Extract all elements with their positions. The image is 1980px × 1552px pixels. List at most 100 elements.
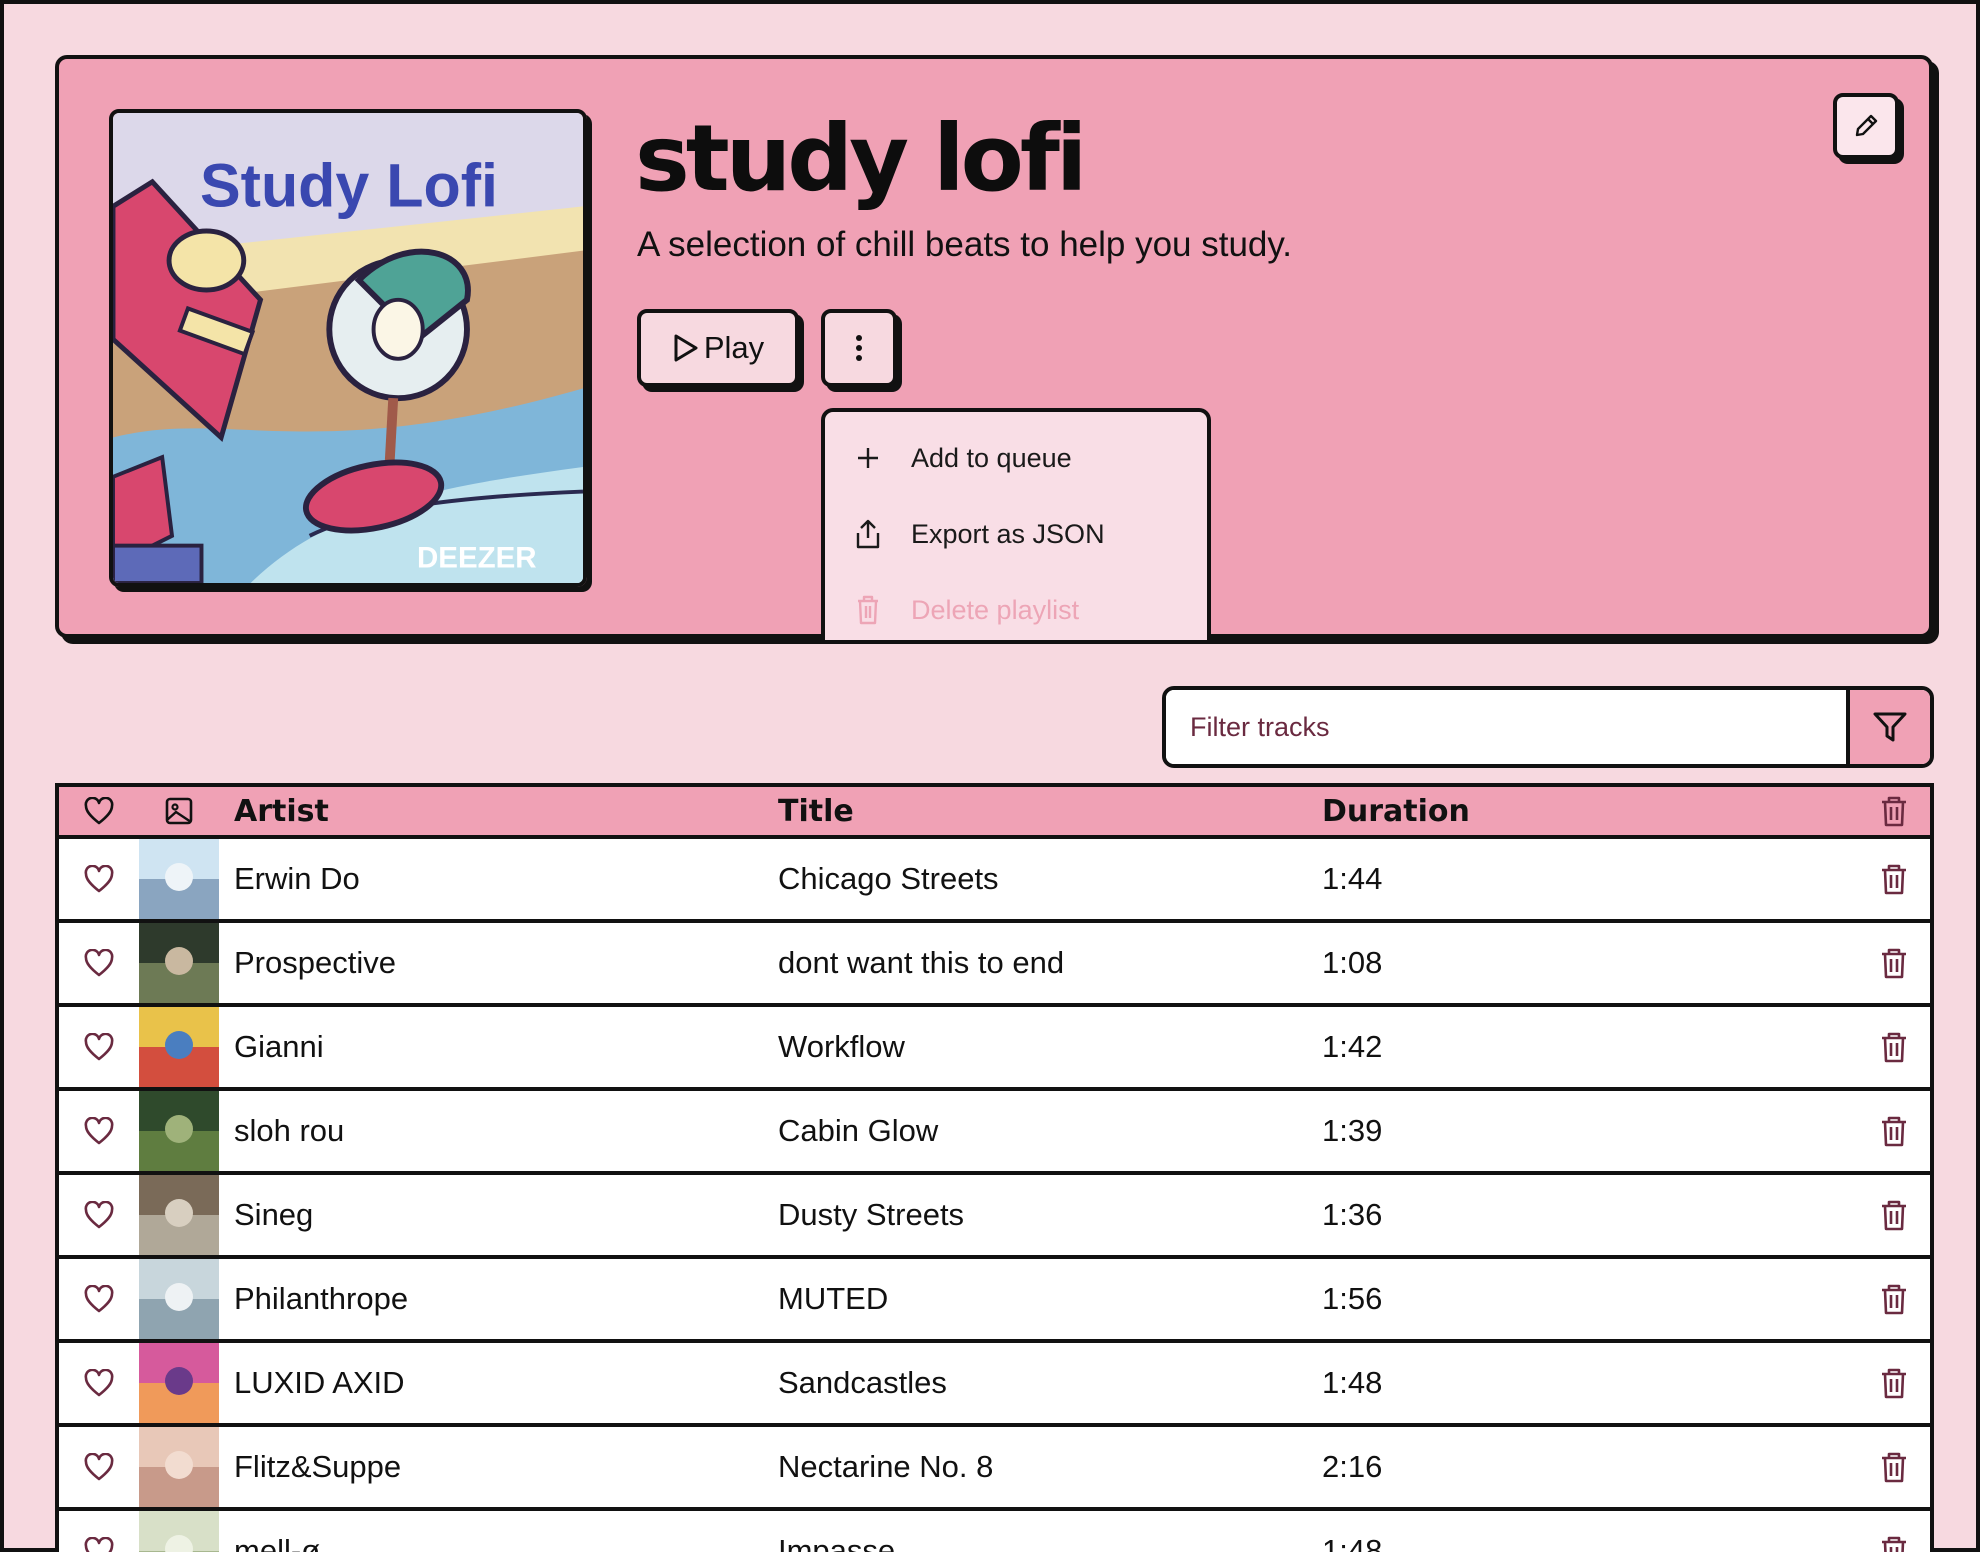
filter-button[interactable]	[1846, 690, 1930, 764]
delete-track-button[interactable]	[1880, 863, 1908, 895]
like-button[interactable]	[59, 1033, 139, 1061]
track-artist: Sineg	[234, 1197, 314, 1232]
track-artist: Philanthrope	[234, 1281, 409, 1316]
track-thumbnail	[139, 1007, 219, 1087]
menu-item-delete-playlist: Delete playlist	[825, 572, 1207, 648]
image-icon	[139, 787, 219, 835]
track-duration: 1:56	[1322, 1281, 1383, 1316]
menu-item-add-to-queue[interactable]: Add to queue	[825, 420, 1207, 496]
track-duration: 1:39	[1322, 1113, 1383, 1148]
track-artist: sloh rou	[234, 1113, 345, 1148]
track-thumbnail	[139, 1175, 219, 1255]
trash-icon	[851, 593, 885, 627]
play-icon	[672, 333, 700, 363]
track-title: Workflow	[778, 1029, 905, 1064]
table-row[interactable]: Flitz&Suppe Nectarine No. 8 2:16	[59, 1427, 1930, 1511]
like-button[interactable]	[59, 1285, 139, 1313]
trash-icon	[1880, 1367, 1908, 1399]
track-title: MUTED	[778, 1281, 889, 1316]
delete-track-button[interactable]	[1880, 1199, 1908, 1231]
table-row[interactable]: Gianni Workflow 1:42	[59, 1007, 1930, 1091]
track-artist: Flitz&Suppe	[234, 1449, 402, 1484]
delete-track-button[interactable]	[1880, 1115, 1908, 1147]
cover-title-text: Study Lofi	[200, 151, 498, 219]
heart-icon	[84, 949, 114, 977]
trash-icon	[1880, 795, 1908, 827]
heart-icon	[84, 1201, 114, 1229]
trash-icon	[1880, 1535, 1908, 1552]
delete-track-button[interactable]	[1880, 1451, 1908, 1483]
table-row[interactable]: Sineg Dusty Streets 1:36	[59, 1175, 1930, 1259]
header-duration[interactable]: Duration	[1322, 794, 1470, 829]
menu-item-export-json[interactable]: Export as JSON	[825, 496, 1207, 572]
menu-item-label: Add to queue	[911, 442, 1072, 473]
trash-icon	[1880, 1031, 1908, 1063]
delete-track-button[interactable]	[1880, 1031, 1908, 1063]
playlist-header: Study Lofi DEEZER study lofi A selection…	[55, 55, 1933, 640]
header-title[interactable]: Title	[778, 794, 854, 829]
table-row[interactable]: Prospective dont want this to end 1:08	[59, 923, 1930, 1007]
table-row[interactable]: sloh rou Cabin Glow 1:39	[59, 1091, 1930, 1175]
track-thumbnail	[139, 1511, 219, 1552]
heart-icon	[84, 1453, 114, 1481]
like-button[interactable]	[59, 1453, 139, 1481]
more-vertical-icon	[854, 333, 864, 363]
track-artist: mell-ø	[234, 1533, 321, 1552]
track-thumbnail	[139, 923, 219, 1003]
trash-icon	[1880, 1283, 1908, 1315]
track-thumbnail	[139, 1259, 219, 1339]
play-button[interactable]: Play	[637, 309, 799, 387]
heart-icon	[84, 1369, 114, 1397]
delete-track-button[interactable]	[1880, 1367, 1908, 1399]
like-button[interactable]	[59, 949, 139, 977]
track-title: Impasse	[778, 1533, 896, 1552]
more-options-button[interactable]	[821, 309, 897, 387]
filter-tracks-box	[1162, 686, 1934, 768]
table-row[interactable]: Philanthrope MUTED 1:56	[59, 1259, 1930, 1343]
table-row[interactable]: Erwin Do Chicago Streets 1:44	[59, 839, 1930, 923]
like-button[interactable]	[59, 1117, 139, 1145]
heart-icon	[59, 797, 139, 825]
track-thumbnail	[139, 1343, 219, 1423]
playlist-cover-image: Study Lofi DEEZER	[109, 109, 587, 587]
menu-item-label: Delete playlist	[911, 594, 1080, 625]
like-button[interactable]	[59, 1201, 139, 1229]
track-title: Cabin Glow	[778, 1113, 939, 1148]
like-button[interactable]	[59, 1369, 139, 1397]
like-button[interactable]	[59, 1537, 139, 1552]
track-artist: Prospective	[234, 945, 396, 980]
playlist-description: A selection of chill beats to help you s…	[637, 225, 1293, 264]
like-button[interactable]	[59, 865, 139, 893]
table-row[interactable]: mell-ø Impasse 1:48	[59, 1511, 1930, 1552]
trash-icon	[1880, 947, 1908, 979]
trash-icon	[1880, 1451, 1908, 1483]
delete-track-button[interactable]	[1880, 947, 1908, 979]
playlist-options-menu: Add to queue Export as JSON Delete playl…	[821, 408, 1211, 640]
tracks-table: Artist Title Duration Erwin Do Chicago St…	[55, 783, 1934, 1552]
track-duration: 2:16	[1322, 1449, 1383, 1484]
track-title: Dusty Streets	[778, 1197, 965, 1232]
track-artist: LUXID AXID	[234, 1365, 405, 1400]
heart-icon	[84, 1033, 114, 1061]
track-duration: 1:48	[1322, 1365, 1383, 1400]
delete-track-button[interactable]	[1880, 1535, 1908, 1552]
share-icon	[851, 517, 885, 551]
track-artist: Erwin Do	[234, 861, 360, 896]
track-title: Sandcastles	[778, 1365, 947, 1400]
playlist-title: study lofi	[635, 105, 1087, 212]
heart-icon	[84, 865, 114, 893]
filter-tracks-input[interactable]	[1166, 690, 1846, 764]
track-title: dont want this to end	[778, 945, 1065, 980]
cover-brand-text: DEEZER	[417, 541, 537, 574]
track-thumbnail	[139, 1427, 219, 1507]
track-duration: 1:44	[1322, 861, 1383, 896]
table-row[interactable]: LUXID AXID Sandcastles 1:48	[59, 1343, 1930, 1427]
header-artist[interactable]: Artist	[234, 794, 329, 829]
delete-track-button[interactable]	[1880, 1283, 1908, 1315]
track-artist: Gianni	[234, 1029, 324, 1064]
trash-icon	[1880, 1115, 1908, 1147]
edit-playlist-button[interactable]	[1833, 93, 1899, 159]
track-duration: 1:42	[1322, 1029, 1383, 1064]
track-thumbnail	[139, 1091, 219, 1171]
plus-icon	[851, 441, 885, 475]
